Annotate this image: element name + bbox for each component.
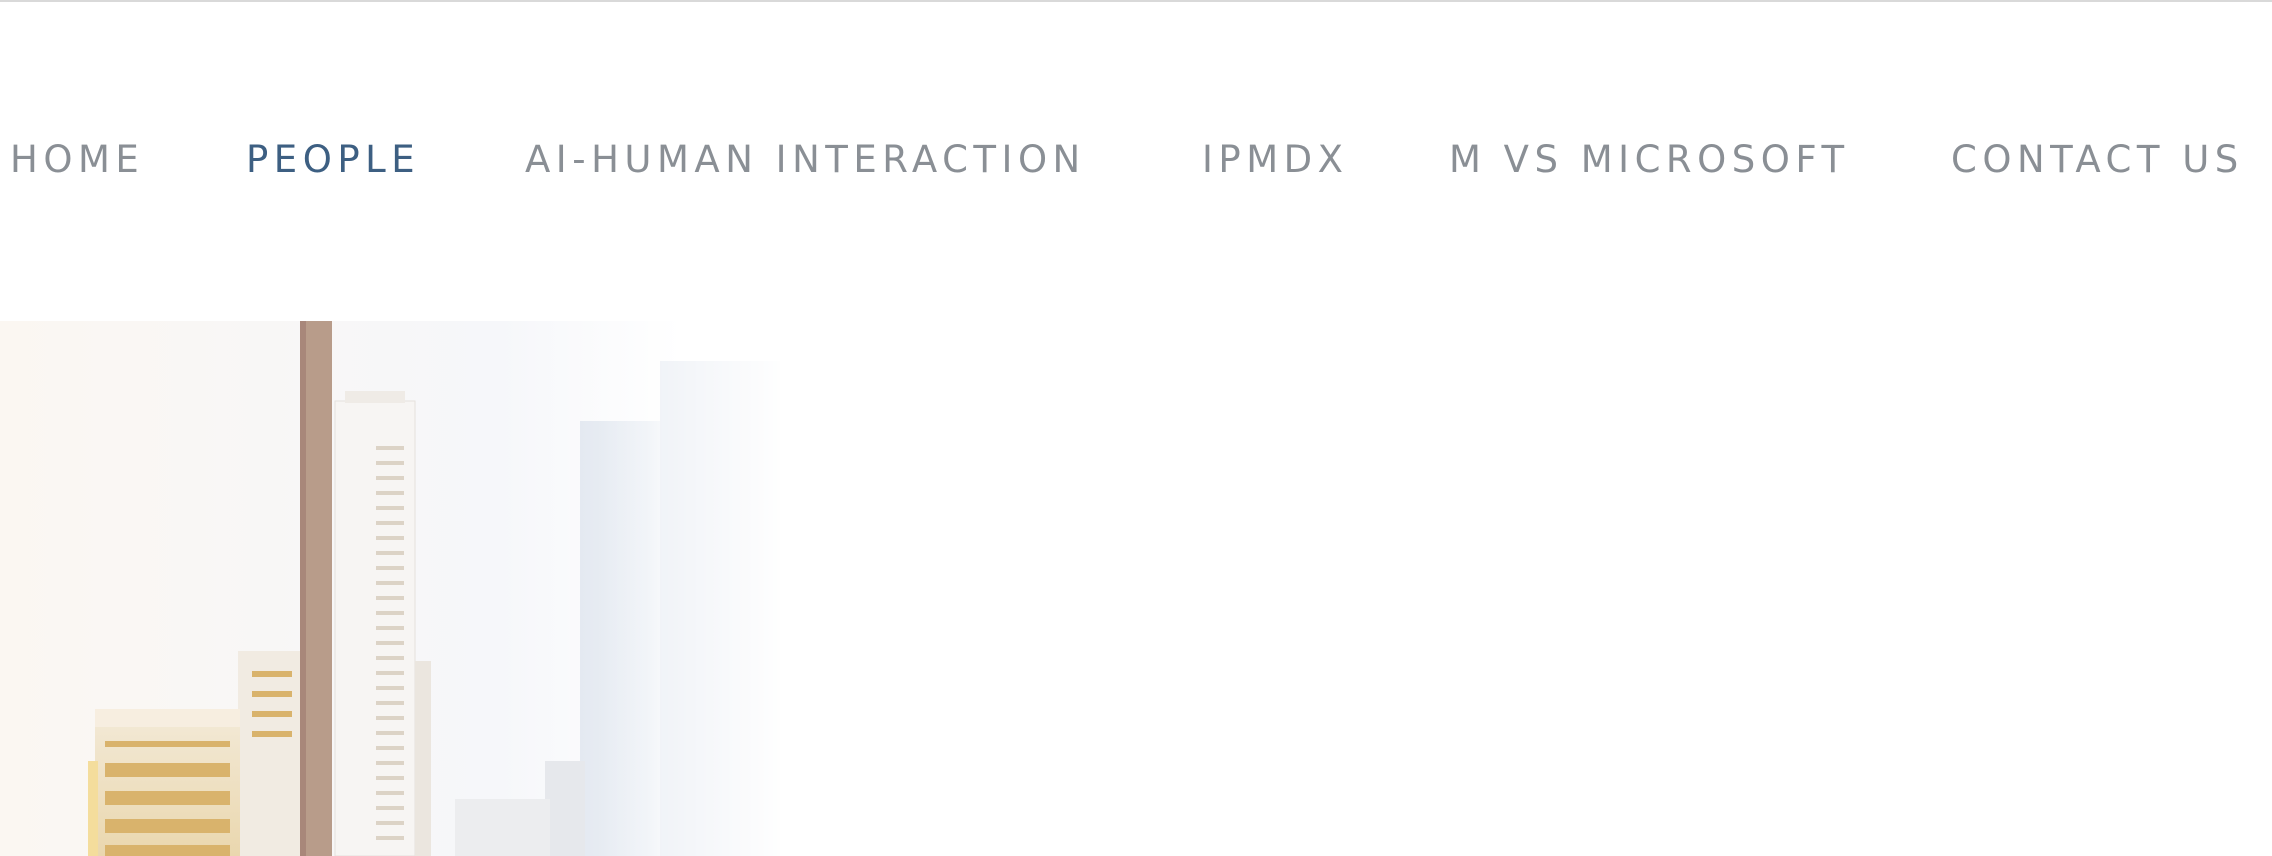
nav-item-contact-us[interactable]: CONTACT US [1951,130,2244,190]
nav-item-people[interactable]: PEOPLE [246,130,420,190]
nav-item-home[interactable]: HOME [10,130,144,190]
nav-item-m-vs-microsoft[interactable]: M VS MICROSOFT [1449,130,1850,190]
main-navigation: HOME PEOPLE AI-HUMAN INTERACTION IPMDX M… [0,130,2272,190]
top-divider [0,0,2272,2]
nav-item-ipmdx[interactable]: IPMDX [1202,130,1349,190]
nav-item-ai-human-interaction[interactable]: AI-HUMAN INTERACTION [525,130,1086,190]
hero-banner [0,321,2272,856]
city-skyline-image [0,321,2272,856]
